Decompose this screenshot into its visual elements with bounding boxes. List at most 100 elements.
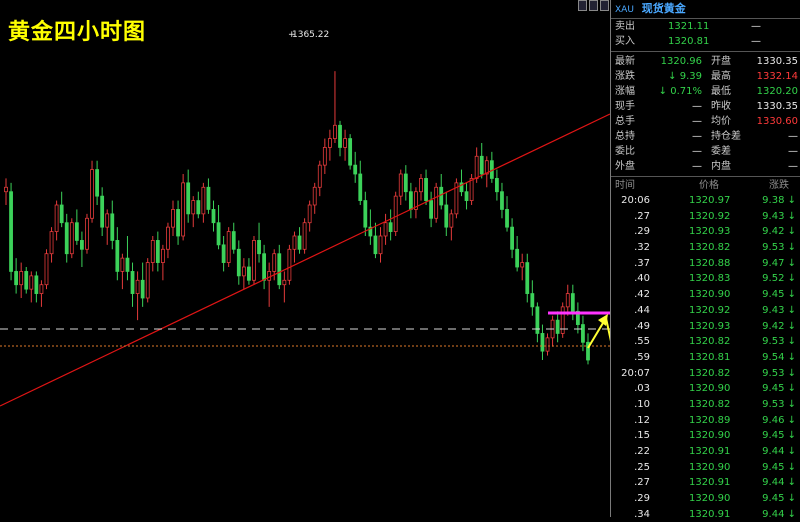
quote-label: 委比: [615, 146, 635, 157]
tick-time: .03: [634, 383, 650, 395]
tick-price: 1320.90: [689, 383, 731, 395]
tick-price: 1320.91: [689, 508, 731, 520]
tick-time: .40: [634, 273, 650, 285]
tick-row: .29 1320.93 9.42 ↓: [611, 224, 800, 240]
tick-change: 9.46 ↓: [762, 413, 796, 429]
candle-body: [19, 271, 24, 286]
tick-row: .15 1320.90 9.45 ↓: [611, 428, 800, 444]
down-arrow-icon: ↓: [784, 446, 796, 457]
chart-title: 黄金四小时图: [8, 20, 147, 45]
candle-body: [186, 182, 191, 215]
tick-change: 9.43 ↓: [762, 303, 796, 319]
candle-body: [520, 262, 525, 268]
candle-body: [221, 244, 226, 263]
tick-change-value: 9.53: [762, 398, 785, 410]
window-icon[interactable]: [589, 0, 598, 11]
tick-time: .42: [634, 289, 650, 301]
tick-price: 1320.91: [689, 446, 731, 457]
candle-body: [176, 209, 180, 237]
tick-row: .42 1320.90 9.45 ↓: [611, 287, 800, 303]
quote-value: —: [692, 116, 702, 127]
symbol-code: XAU: [615, 5, 634, 15]
tick-row: 20:06 1320.97 9.38 ↓: [611, 193, 800, 209]
candle-body: [171, 209, 175, 228]
candle-body: [525, 262, 530, 294]
candle-body: [267, 271, 272, 281]
tick-row: .59 1320.81 9.54 ↓: [611, 350, 800, 366]
candle-body: [160, 248, 165, 263]
candle-body: [54, 204, 59, 232]
candle-body: [464, 191, 469, 201]
quote-value: 1332.14: [756, 71, 798, 82]
quote-row: 涨跌 ↓ 9.39 最高 1332.14: [611, 69, 800, 84]
quote-value: 1320.20: [756, 86, 798, 97]
candle-body: [44, 253, 49, 286]
window-icon[interactable]: [578, 0, 587, 11]
candle-body: [9, 191, 13, 272]
tick-change: 9.53 ↓: [762, 334, 796, 350]
tick-change-value: 9.44: [762, 508, 785, 520]
candle-body: [29, 275, 34, 290]
quote-value: 1321.11: [668, 21, 710, 32]
tick-time: .34: [634, 508, 650, 520]
candle-body: [555, 319, 560, 334]
quote-row: 卖出 1321.11 —: [611, 19, 800, 34]
quote-value: —: [692, 161, 702, 172]
tick-change: 9.45 ↓: [762, 491, 796, 507]
quote-row: 外盘 — 内盘 —: [611, 159, 800, 174]
tick-change: 9.47 ↓: [762, 256, 796, 272]
candle-body: [130, 271, 135, 294]
quote-label: 持仓差: [711, 131, 741, 142]
candle-body: [211, 209, 216, 224]
down-arrow-icon: ↓: [784, 257, 796, 269]
candle-body: [292, 235, 297, 250]
candle-body: [307, 204, 312, 224]
candle-body: [373, 235, 378, 255]
candle-body: [226, 231, 231, 263]
candle-body: [353, 164, 358, 175]
tick-change: 9.38 ↓: [762, 193, 796, 209]
candle-body: [85, 217, 89, 250]
down-arrow-icon: ↓: [784, 461, 796, 473]
quote-value: —: [788, 146, 798, 157]
tick-change: 9.53 ↓: [762, 366, 796, 382]
candlestick-chart: 1365.22 +: [0, 0, 610, 517]
down-arrow-icon: ↓: [784, 430, 796, 442]
candle-body: [393, 195, 398, 232]
candle-body: [14, 271, 19, 286]
candle-body: [80, 240, 84, 250]
quote-row: 现手 — 昨收 1330.35: [611, 99, 800, 114]
quote-value: 1330.35: [756, 56, 798, 67]
ticks-header: 时间 价格 涨跌: [611, 179, 800, 193]
candle-body: [408, 191, 413, 210]
candle-body: [474, 155, 479, 179]
candle-body: [378, 235, 383, 255]
quote-row: 涨幅 ↓ 0.71% 最低 1320.20: [611, 84, 800, 99]
down-arrow-icon: ↓: [784, 508, 796, 520]
candle-body: [338, 124, 342, 148]
quote-value: ↓ 0.71%: [658, 86, 702, 97]
candle-body: [287, 248, 292, 281]
window-icon[interactable]: [600, 0, 609, 11]
tick-price: 1320.93: [689, 226, 731, 238]
tick-change-value: 9.42: [762, 226, 785, 238]
candle-body: [343, 138, 347, 148]
quote-label: 开盘: [711, 56, 731, 67]
quote-value: —: [692, 101, 702, 112]
tick-row: .37 1320.88 9.47 ↓: [611, 256, 800, 272]
tick-price: 1320.82: [689, 398, 731, 410]
quote-value: —: [692, 146, 702, 157]
quote-row: 买入 1320.81 —: [611, 34, 800, 49]
candle-body: [439, 186, 444, 206]
candle-body: [510, 226, 514, 250]
tick-row: .32 1320.82 9.53 ↓: [611, 240, 800, 256]
quote-row: 最新 1320.96 开盘 1330.35: [611, 54, 800, 69]
quote-label: 买入: [615, 36, 635, 47]
tick-change: 9.45 ↓: [762, 428, 796, 444]
tick-time: .12: [634, 414, 650, 426]
candle-body: [257, 240, 261, 255]
quote-value: 1320.96: [660, 56, 702, 67]
candle-body: [247, 266, 251, 281]
candle-body: [363, 200, 368, 228]
candle-body: [166, 226, 170, 250]
